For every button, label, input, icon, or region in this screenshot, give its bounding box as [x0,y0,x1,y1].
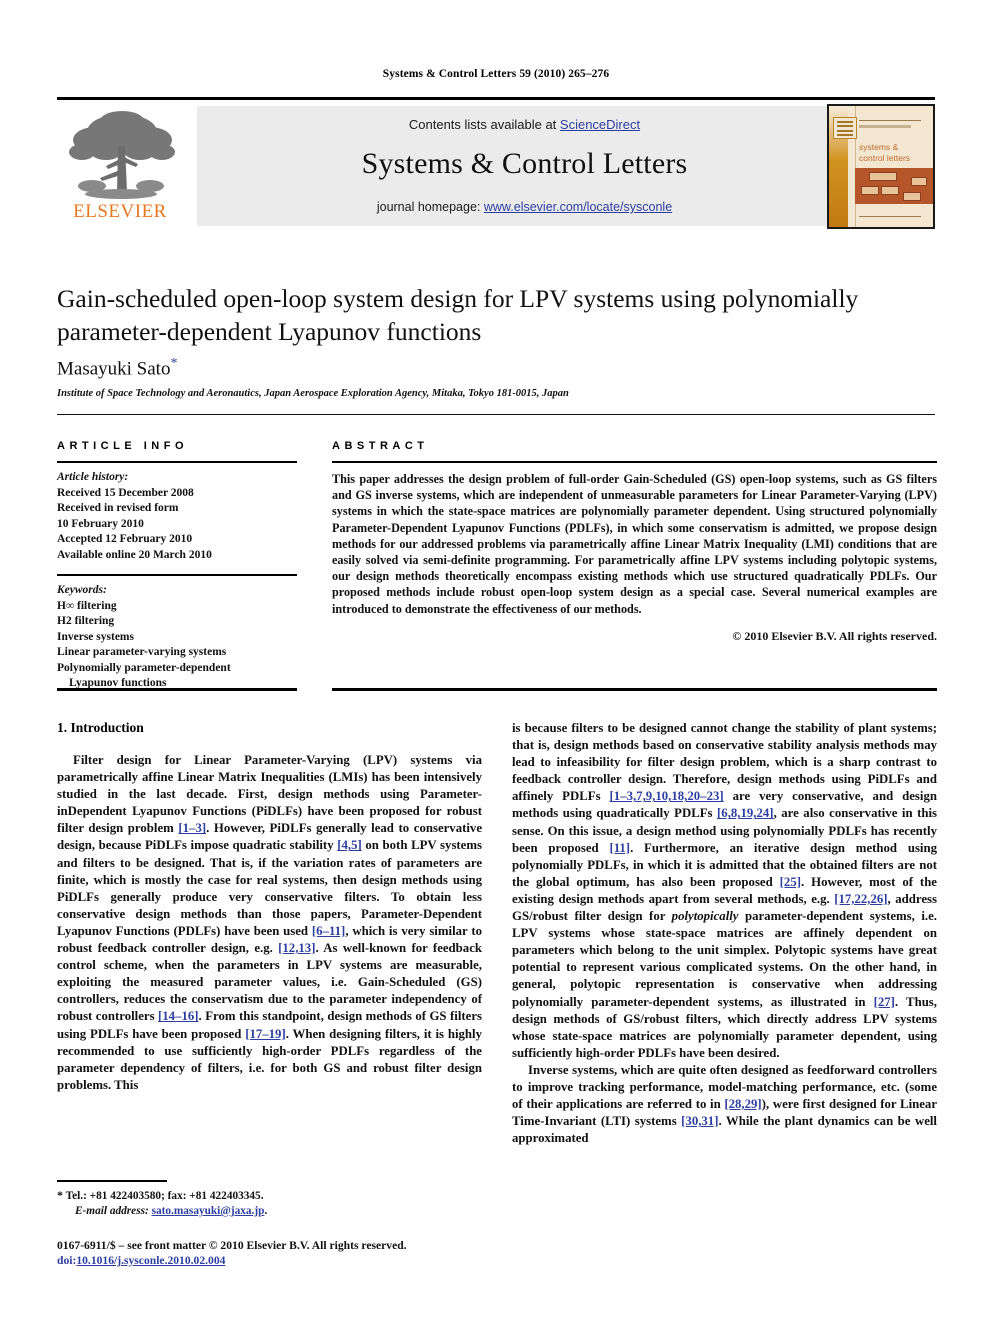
homepage-line: journal homepage: www.elsevier.com/locat… [197,200,852,214]
abstract-heading: ABSTRACT [332,440,429,452]
footnote-marker: * [57,1188,63,1202]
journal-cover-thumbnail: systems & control letters [827,104,935,229]
citation-link[interactable]: [6,8,19,24] [717,806,774,820]
cover-block-diagram [855,168,933,204]
citation-link[interactable]: [6–11] [312,924,345,938]
footnote-contact: Tel.: +81 422403580; fax: +81 422403345. [65,1190,264,1202]
homepage-prefix: journal homepage: [376,200,484,214]
keyword-item: H∞ filtering [57,599,117,612]
abstract-rule [332,461,937,463]
paragraph: Inverse systems, which are quite often d… [512,1062,937,1147]
author-name: Masayuki Sato* [57,356,177,380]
abstract-column: ABSTRACT This paper addresses the design… [332,440,937,644]
section-heading-introduction: 1. Introduction [57,720,144,735]
imprint-block: 0167-6911/$ – see front matter © 2010 El… [57,1238,527,1268]
citation-link[interactable]: [11] [609,841,630,855]
citation-link[interactable]: [17,22,26] [834,892,887,906]
article-info-column: ARTICLE INFO Article history: Received 1… [57,440,297,692]
history-item: Available online 20 March 2010 [57,548,212,561]
article-history-label: Article history: [57,471,129,483]
cover-title: systems & control letters [859,142,929,164]
citation-link[interactable]: [28,29] [724,1097,761,1111]
contents-prefix: Contents lists available at [408,117,560,132]
issn-copyright-line: 0167-6911/$ – see front matter © 2010 El… [57,1239,407,1252]
keywords-rule [57,574,297,576]
citation-link[interactable]: [4,5] [337,838,362,852]
paragraph: is because filters to be designed cannot… [512,720,937,1062]
affiliation: Institute of Space Technology and Aerona… [57,388,569,399]
citation-link[interactable]: [1–3,7,9,10,18,20–23] [610,789,724,803]
author-label: Masayuki Sato [57,358,171,380]
info-bottom-rule [57,688,297,691]
keyword-item: Inverse systems [57,630,134,643]
email-label: E-mail address: [75,1205,149,1217]
email-suffix: . [264,1205,268,1217]
citation-link[interactable]: [1–3] [178,821,206,835]
keywords-block: Keywords: H∞ filtering H2 filtering Inve… [57,583,297,692]
citation-link[interactable]: [14–16] [158,1009,199,1023]
history-item: Accepted 12 February 2010 [57,533,193,545]
citation-link[interactable]: [12,13] [278,941,315,955]
cover-badge-icon [833,117,857,139]
body-left-column: 1. Introduction Filter design for Linear… [57,720,482,1094]
sciencedirect-band: Contents lists available at ScienceDirec… [197,106,852,226]
body-right-column: is because filters to be designed cannot… [512,720,937,1147]
sciencedirect-link[interactable]: ScienceDirect [560,117,640,132]
keyword-item: Polynomially parameter-dependent [57,661,231,674]
footnote-rule [57,1180,167,1182]
corresponding-author-marker[interactable]: * [170,356,177,371]
running-head: Systems & Control Letters 59 (2010) 265–… [382,68,610,80]
article-history-block: Article history: Received 15 December 20… [57,470,297,563]
citation-link[interactable]: [30,31] [681,1114,718,1128]
history-item: 10 February 2010 [57,517,144,530]
journal-title: Systems & Control Letters [361,147,688,180]
header-rule [57,97,935,100]
article-info-rule [57,461,297,463]
article-info-heading: ARTICLE INFO [57,440,188,452]
footnote-email-line: E-mail address: sato.masayuki@jaxa.jp. [57,1204,482,1219]
paper-page: Systems & Control Letters 59 (2010) 265–… [0,0,992,1323]
journal-homepage-link[interactable]: www.elsevier.com/locate/sysconle [484,200,672,214]
abstract-bottom-rule [332,688,937,691]
history-item: Received in revised form [57,502,179,514]
paragraph: Filter design for Linear Parameter-Varyi… [57,752,482,1094]
elsevier-wordmark: ELSEVIER [73,201,167,222]
emphasis-text: polytopically [671,909,739,924]
cover-title-line1: systems & [859,142,899,152]
keywords-label: Keywords: [57,584,107,596]
cover-title-line2: control letters [859,153,911,163]
history-item: Received 15 December 2008 [57,486,194,499]
footnote-block: * Tel.: +81 422403580; fax: +81 42240334… [57,1188,482,1219]
abstract-text: This paper addresses the design problem … [332,472,937,616]
citation-link[interactable]: [25] [780,875,801,889]
journal-masthead: ELSEVIER Contents lists available at Sci… [57,104,935,229]
abstract-copyright: © 2010 Elsevier B.V. All rights reserved… [732,628,937,643]
keyword-item: Linear parameter-varying systems [57,646,227,658]
keyword-item: H2 filtering [57,615,115,627]
contents-line: Contents lists available at ScienceDirec… [197,117,852,132]
email-link[interactable]: sato.masayuki@jaxa.jp [152,1205,265,1217]
cover-bottom-rule [859,216,921,217]
page-title: Gain-scheduled open-loop system design f… [57,284,859,346]
cover-sub-rule [859,125,911,128]
doi-link[interactable]: 10.1016/j.sysconle.2010.02.004 [76,1254,225,1267]
title-rule [57,414,935,415]
citation-link[interactable]: [27] [874,995,895,1009]
doi-prefix: doi: [57,1254,77,1267]
cover-top-rule [859,120,921,121]
citation-link[interactable]: [17–19] [245,1027,286,1041]
